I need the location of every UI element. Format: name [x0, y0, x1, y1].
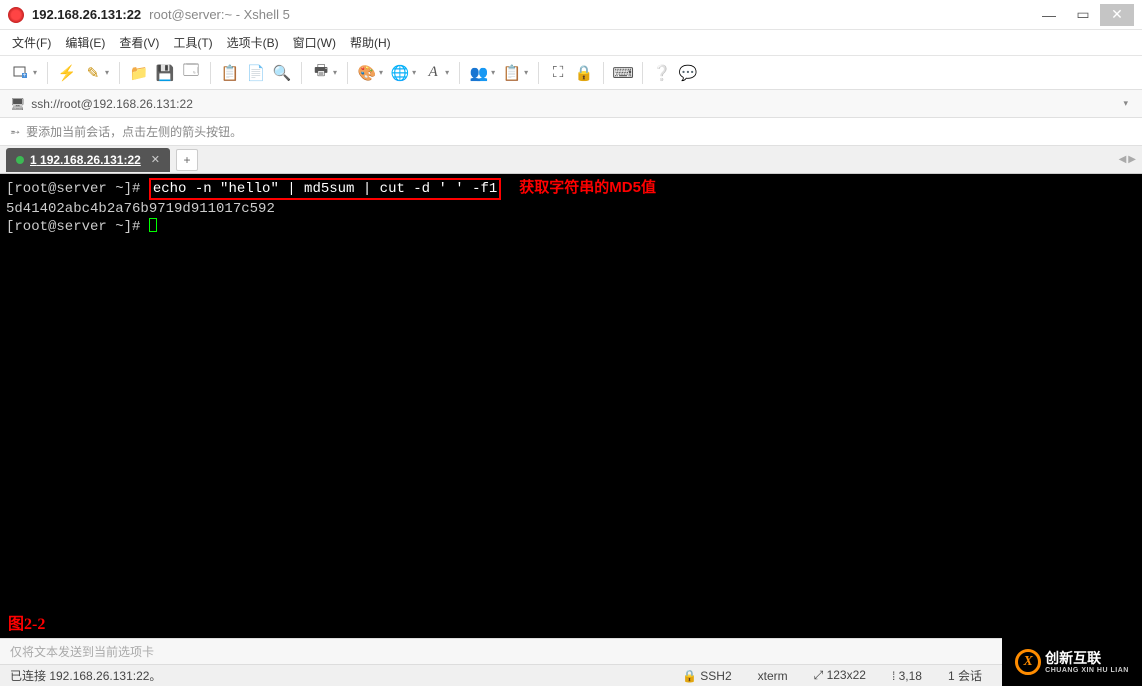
menu-help[interactable]: 帮助(H) [350, 34, 391, 51]
session-tab[interactable]: 1 192.168.26.131:22 ✕ [6, 148, 170, 172]
dropdown-icon[interactable]: ▾ [379, 68, 383, 77]
separator [459, 62, 460, 84]
separator [603, 62, 604, 84]
status-bar: 已连接 192.168.26.131:22。 🔒 SSH2 xterm ⤢ 12… [0, 664, 1142, 686]
paste-icon[interactable]: 📄 [245, 62, 267, 84]
menu-file[interactable]: 文件(F) [12, 34, 51, 51]
menu-tabs[interactable]: 选项卡(B) [227, 34, 279, 51]
annotation: 获取字符串的MD5值 [519, 179, 656, 196]
menu-tools[interactable]: 工具(T) [173, 34, 212, 51]
chat-icon[interactable]: 💬 [677, 62, 699, 84]
address-url[interactable]: ssh://root@192.168.26.131:22 [31, 97, 193, 111]
command-output: 5d41402abc4b2a76b9719d911017c592 [6, 201, 275, 217]
new-session-icon[interactable]: + [10, 62, 32, 84]
app-icon [8, 7, 24, 23]
watermark-ring-icon: X [1015, 649, 1041, 675]
script-icon[interactable]: 📋 [501, 62, 523, 84]
status-dot-icon [16, 156, 24, 164]
watermark-sub: CHUANG XIN HU LIAN [1045, 667, 1129, 674]
hint-arrow-icon[interactable]: ➵ [10, 125, 20, 139]
save-icon[interactable]: 💾 [154, 62, 176, 84]
figure-label: 图2-2 [8, 616, 45, 634]
address-dropdown-icon[interactable]: ▾ [1119, 98, 1132, 109]
svg-text:+: + [23, 73, 27, 79]
send-placeholder: 仅将文本发送到当前选项卡 [10, 643, 154, 660]
tab-next-icon[interactable]: ▶ [1128, 154, 1136, 165]
maximize-button[interactable]: ▭ [1066, 4, 1100, 26]
window-controls: — ▭ ✕ [1032, 4, 1134, 26]
copy-icon[interactable]: 📋 [219, 62, 241, 84]
close-button[interactable]: ✕ [1100, 4, 1134, 26]
status-size: ⤢ 123x22 [814, 668, 866, 683]
hint-bar: ➵ 要添加当前会话，点击左侧的箭头按钮。 [0, 118, 1142, 146]
keyboard-icon[interactable]: ⌨ [612, 62, 634, 84]
properties-icon[interactable]: 🗔 [180, 62, 202, 84]
minimize-button[interactable]: — [1032, 4, 1066, 26]
title-host: 192.168.26.131:22 [32, 7, 141, 22]
new-tab-button[interactable]: + [176, 149, 198, 171]
menu-view[interactable]: 查看(V) [119, 34, 159, 51]
menu-edit[interactable]: 编辑(E) [65, 34, 105, 51]
titlebar: 192.168.26.131:22 root@server:~ - Xshell… [0, 0, 1142, 30]
tab-index: 1 [30, 153, 37, 167]
cursor [149, 218, 157, 232]
watermark-brand: 创新互联 [1045, 651, 1129, 665]
title-suffix: root@server:~ - Xshell 5 [149, 7, 290, 22]
lock-icon[interactable]: 🔒 [573, 62, 595, 84]
print-icon[interactable]: 🖶 [310, 62, 332, 84]
prompt-2: [root@server ~]# [6, 219, 149, 235]
help-icon[interactable]: ❔ [651, 62, 673, 84]
dropdown-icon[interactable]: ▾ [524, 68, 528, 77]
dropdown-icon[interactable]: ▾ [33, 68, 37, 77]
dropdown-icon[interactable]: ▾ [105, 68, 109, 77]
font-icon[interactable]: A [422, 62, 444, 84]
globe-icon[interactable]: 🌐 [389, 62, 411, 84]
fullscreen-icon[interactable]: ⛶ [547, 62, 569, 84]
tab-bar: 1 192.168.26.131:22 ✕ + ◀ ▶ [0, 146, 1142, 174]
separator [301, 62, 302, 84]
tab-label: 192.168.26.131:22 [40, 153, 141, 167]
command-highlight: echo -n "hello" | md5sum | cut -d ' ' -f… [149, 178, 501, 200]
search-icon[interactable]: 🔍 [271, 62, 293, 84]
separator [47, 62, 48, 84]
menu-window[interactable]: 窗口(W) [293, 34, 336, 51]
prompt-1: [root@server ~]# [6, 181, 149, 197]
tab-nav: ◀ ▶ [1119, 154, 1136, 165]
dropdown-icon[interactable]: ▾ [333, 68, 337, 77]
toolbar: +▾ ⚡ ✎▾ 📁 💾 🗔 📋 📄 🔍 🖶▾ 🎨▾ 🌐▾ A▾ 👥▾ 📋▾ ⛶ … [0, 56, 1142, 90]
session-icon: 🖥 [10, 97, 25, 111]
status-proto: 🔒 SSH2 [682, 669, 732, 683]
disconnect-icon[interactable]: ✎ [82, 62, 104, 84]
color-icon[interactable]: 🎨 [356, 62, 378, 84]
users-icon[interactable]: 👥 [468, 62, 490, 84]
separator [119, 62, 120, 84]
status-sessions: 1 会话 [948, 667, 982, 684]
separator [210, 62, 211, 84]
hint-text: 要添加当前会话，点击左侧的箭头按钮。 [26, 123, 242, 140]
menubar: 文件(F) 编辑(E) 查看(V) 工具(T) 选项卡(B) 窗口(W) 帮助(… [0, 30, 1142, 56]
separator [347, 62, 348, 84]
status-connection: 已连接 192.168.26.131:22。 [10, 667, 161, 684]
dropdown-icon[interactable]: ▾ [445, 68, 449, 77]
status-pos: ⁞ 3,18 [892, 669, 922, 683]
separator [642, 62, 643, 84]
address-bar: 🖥 ssh://root@192.168.26.131:22 ▾ [0, 90, 1142, 118]
open-icon[interactable]: 📁 [128, 62, 150, 84]
watermark-logo: X 创新互联 CHUANG XIN HU LIAN [1002, 638, 1142, 686]
tab-close-icon[interactable]: ✕ [151, 153, 160, 166]
tab-prev-icon[interactable]: ◀ [1119, 154, 1127, 165]
send-bar[interactable]: 仅将文本发送到当前选项卡 [0, 638, 1142, 664]
status-term: xterm [758, 669, 788, 683]
terminal[interactable]: [root@server ~]# echo -n "hello" | md5su… [0, 174, 1142, 638]
dropdown-icon[interactable]: ▾ [491, 68, 495, 77]
reconnect-icon[interactable]: ⚡ [56, 62, 78, 84]
separator [538, 62, 539, 84]
dropdown-icon[interactable]: ▾ [412, 68, 416, 77]
